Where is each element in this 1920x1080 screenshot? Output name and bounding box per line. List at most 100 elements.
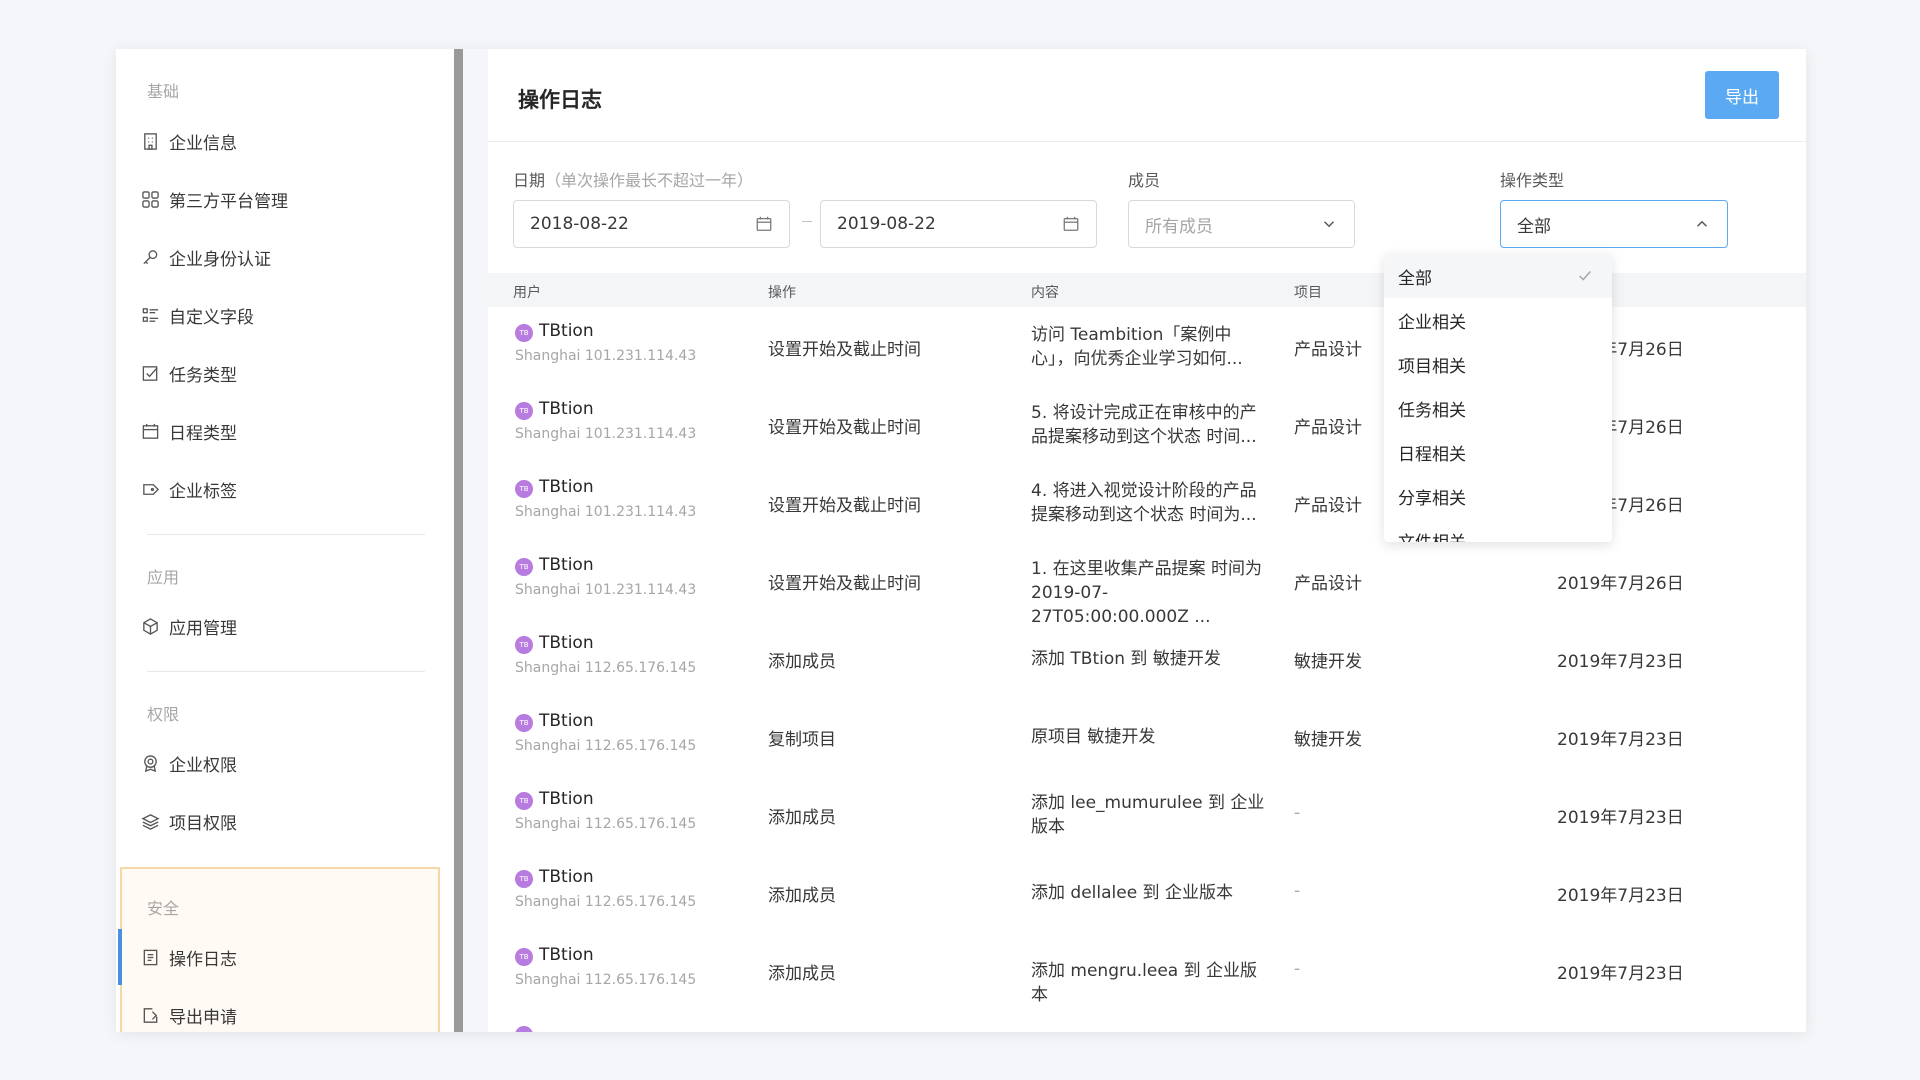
date-cell: 2019年7月26日 xyxy=(1557,574,1684,594)
avatar: TB xyxy=(515,558,533,576)
avatar: TB xyxy=(515,714,533,732)
sidebar-divider xyxy=(147,534,425,535)
dropdown-option-share[interactable]: 分享相关 xyxy=(1384,474,1612,518)
date-start-input[interactable]: 2018-08-22 xyxy=(513,200,790,248)
sidebar-item-label: 导出申请 xyxy=(169,1007,237,1028)
document-icon xyxy=(140,947,160,967)
sidebar-item-operation-log[interactable]: 操作日志 xyxy=(140,937,237,977)
user-name: TBtion xyxy=(539,633,594,653)
operation-cell: 设置开始及截止时间 xyxy=(768,496,921,516)
column-operation: 操作 xyxy=(768,285,796,301)
avatar: TB xyxy=(515,1026,533,1032)
operation-cell: 设置开始及截止时间 xyxy=(768,418,921,438)
sidebar-item-app-management[interactable]: 应用管理 xyxy=(140,606,237,646)
member-select[interactable]: 所有成员 xyxy=(1128,200,1355,248)
dropdown-option-all[interactable]: 全部 xyxy=(1384,254,1612,298)
project-cell: 产品设计 xyxy=(1294,418,1362,438)
table-row[interactable]: TB xyxy=(488,1009,1806,1032)
user-location: Shanghai 112.65.176.145 xyxy=(515,816,697,832)
date-end-input[interactable]: 2019-08-22 xyxy=(820,200,1097,248)
section-apps: 应用 xyxy=(147,568,180,587)
date-cell: 2019年7月23日 xyxy=(1557,886,1684,906)
user-location: Shanghai 112.65.176.145 xyxy=(515,660,697,676)
layers-icon xyxy=(140,811,160,831)
project-cell: - xyxy=(1294,881,1301,901)
sidebar-item-export-requests[interactable]: 导出申请 xyxy=(140,995,237,1032)
sidebar-item-project-permissions[interactable]: 项目权限 xyxy=(140,801,237,841)
check-icon xyxy=(1579,271,1591,281)
user-name: TBtion xyxy=(539,867,594,887)
project-cell: 产品设计 xyxy=(1294,496,1362,516)
content-cell: 添加 lee_mumurulee 到 企业版本 xyxy=(1031,793,1265,837)
content-cell: 添加 TBtion 到 敏捷开发 xyxy=(1031,649,1221,669)
dropdown-option-schedule[interactable]: 日程相关 xyxy=(1384,430,1612,474)
option-label: 日程相关 xyxy=(1398,444,1466,465)
option-label: 全部 xyxy=(1398,268,1432,289)
dropdown-option-file[interactable]: 文件相关 xyxy=(1384,518,1612,543)
sidebar-item-label: 项目权限 xyxy=(169,813,237,834)
option-label: 项目相关 xyxy=(1398,356,1466,377)
gutter xyxy=(463,49,488,1032)
sidebar-item-label: 日程类型 xyxy=(169,423,237,444)
table-row[interactable]: TB TBtion Shanghai 112.65.176.145 添加成员 添… xyxy=(488,931,1806,1009)
table-row[interactable]: TB TBtion Shanghai 112.65.176.145 添加成员 添… xyxy=(488,775,1806,853)
dropdown-option-task[interactable]: 任务相关 xyxy=(1384,386,1612,430)
export-button[interactable]: 导出 xyxy=(1705,71,1779,119)
project-cell: - xyxy=(1294,959,1301,979)
project-cell: 产品设计 xyxy=(1294,340,1362,360)
option-label: 任务相关 xyxy=(1398,400,1466,421)
column-user: 用户 xyxy=(513,285,541,301)
list-icon xyxy=(140,305,160,325)
date-end-value: 2019-08-22 xyxy=(837,214,936,234)
table-row[interactable]: TB TBtion Shanghai 112.65.176.145 添加成员 添… xyxy=(488,853,1806,931)
sidebar-item-company-permissions[interactable]: 企业权限 xyxy=(140,743,237,783)
sidebar-item-label: 企业身份认证 xyxy=(169,249,271,270)
operation-type-dropdown: 全部 企业相关 项目相关 任务相关 日程相关 分享相关 文件相关 xyxy=(1384,254,1612,542)
sidebar-item-label: 任务类型 xyxy=(169,365,237,386)
calendar-icon xyxy=(140,421,160,441)
operation-type-select[interactable]: 全部 xyxy=(1500,200,1728,248)
building-icon xyxy=(140,131,160,151)
user-location: Shanghai 101.231.114.43 xyxy=(515,504,697,520)
chevron-up-icon xyxy=(1696,220,1708,227)
sidebar-item-schedule-types[interactable]: 日程类型 xyxy=(140,411,237,451)
project-cell: 产品设计 xyxy=(1294,574,1362,594)
sidebar-item-custom-fields[interactable]: 自定义字段 xyxy=(140,295,254,335)
badge-icon xyxy=(140,753,160,773)
avatar: TB xyxy=(515,870,533,888)
date-label: 日期 xyxy=(513,171,546,190)
user-name: TBtion xyxy=(539,399,594,419)
table-row[interactable]: TB TBtion Shanghai 112.65.176.145 复制项目 原… xyxy=(488,697,1806,775)
avatar: TB xyxy=(515,792,533,810)
option-label: 分享相关 xyxy=(1398,488,1466,509)
project-cell: - xyxy=(1294,803,1301,823)
type-filter-label: 操作类型 xyxy=(1500,171,1565,190)
date-cell: 2019年7月23日 xyxy=(1557,730,1684,750)
active-indicator xyxy=(118,929,122,985)
table-row[interactable]: TB TBtion Shanghai 101.231.114.43 设置开始及截… xyxy=(488,541,1806,627)
column-project: 项目 xyxy=(1294,285,1322,301)
sidebar-item-third-party[interactable]: 第三方平台管理 xyxy=(140,179,288,219)
project-cell: 敏捷开发 xyxy=(1294,730,1362,750)
sidebar-item-company-info[interactable]: 企业信息 xyxy=(140,121,237,161)
content-cell: 访问 Teambition「案例中心」，向优秀企业学习如何... xyxy=(1031,325,1243,369)
project-cell: 敏捷开发 xyxy=(1294,652,1362,672)
table-row[interactable]: TB TBtion Shanghai 112.65.176.145 添加成员 添… xyxy=(488,619,1806,697)
dropdown-option-project[interactable]: 项目相关 xyxy=(1384,342,1612,386)
user-location: Shanghai 112.65.176.145 xyxy=(515,972,697,988)
header-divider xyxy=(488,141,1806,142)
sidebar-item-identity[interactable]: 企业身份认证 xyxy=(140,237,271,277)
page-title: 操作日志 xyxy=(518,88,602,112)
section-basic: 基础 xyxy=(147,82,180,101)
content-cell: 添加 dellalee 到 企业版本 xyxy=(1031,883,1233,903)
user-location: Shanghai 101.231.114.43 xyxy=(515,582,697,598)
member-placeholder: 所有成员 xyxy=(1145,216,1213,237)
avatar: TB xyxy=(515,324,533,342)
sidebar-scrollbar[interactable] xyxy=(454,49,463,1032)
section-security: 安全 xyxy=(147,899,180,918)
cube-icon xyxy=(140,616,160,636)
sidebar-item-tags[interactable]: 企业标签 xyxy=(140,469,237,509)
sidebar-item-label: 企业权限 xyxy=(169,755,237,776)
sidebar-item-task-types[interactable]: 任务类型 xyxy=(140,353,237,393)
dropdown-option-company[interactable]: 企业相关 xyxy=(1384,298,1612,342)
